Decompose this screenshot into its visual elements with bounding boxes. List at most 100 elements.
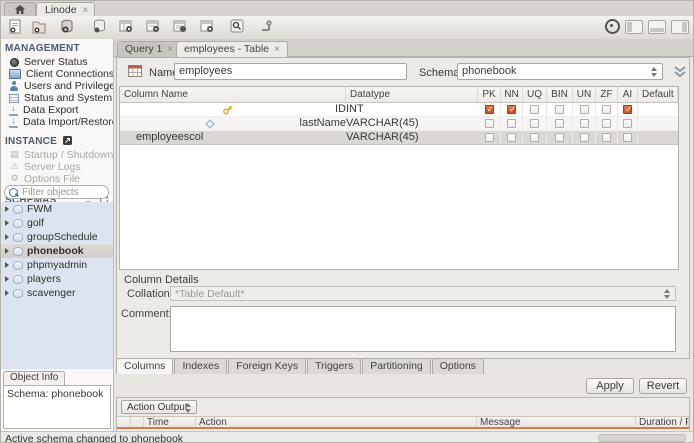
tab-indexes[interactable]: Indexes xyxy=(174,358,228,374)
new-function-icon[interactable] xyxy=(170,19,190,36)
schema-icon xyxy=(13,232,23,242)
expander-icon[interactable] xyxy=(5,220,9,226)
new-view-icon[interactable] xyxy=(116,19,136,36)
new-user-icon[interactable] xyxy=(197,19,217,36)
pk-checkbox[interactable] xyxy=(484,104,495,115)
tab-object-info[interactable]: Object Info xyxy=(3,371,66,385)
zf-checkbox[interactable] xyxy=(602,105,611,114)
expander-icon[interactable] xyxy=(5,276,9,282)
table-row[interactable]: lastName VARCHAR(45) xyxy=(120,117,678,131)
tab-query-1[interactable]: Query 1 × xyxy=(117,41,182,58)
col-header[interactable]: UN xyxy=(573,87,596,102)
open-sql-script-icon[interactable] xyxy=(29,19,49,36)
schema-item-scavenger[interactable]: scavenger xyxy=(1,286,113,300)
ai-checkbox[interactable] xyxy=(623,133,632,142)
nn-checkbox[interactable] xyxy=(507,133,516,142)
nn-checkbox[interactable] xyxy=(507,119,516,128)
collapse-editor-button[interactable] xyxy=(669,63,691,80)
col-header[interactable]: AI xyxy=(618,87,638,102)
sidebar-item-server-logs[interactable]: ⚠ Server Logs xyxy=(1,161,113,173)
pk-checkbox[interactable] xyxy=(484,133,494,142)
tab-employees-table[interactable]: employees - Table × xyxy=(176,41,288,58)
tab-triggers[interactable]: Triggers xyxy=(307,358,362,374)
column-default[interactable] xyxy=(638,103,678,116)
col-header[interactable]: NN xyxy=(501,87,523,102)
horizontal-scrollbar-thumb[interactable] xyxy=(598,434,686,442)
expander-icon[interactable] xyxy=(5,206,9,212)
ai-checkbox[interactable] xyxy=(623,119,632,128)
home-tab[interactable] xyxy=(4,2,36,17)
sidebar-item-options-file[interactable]: ⚙ Options File xyxy=(1,173,113,185)
uq-checkbox[interactable] xyxy=(530,105,539,114)
reconnect-icon[interactable] xyxy=(257,19,277,36)
table-row[interactable]: ID INT xyxy=(120,103,678,117)
uq-checkbox[interactable] xyxy=(530,119,539,128)
close-icon[interactable]: × xyxy=(274,44,280,55)
un-checkbox[interactable] xyxy=(579,105,589,114)
sidebar-item-data-export[interactable]: ↓ Data Export xyxy=(1,104,113,116)
search-icon[interactable] xyxy=(227,19,247,36)
pk-checkbox[interactable] xyxy=(484,119,494,128)
schema-item-phonebook[interactable]: phonebook xyxy=(1,244,113,258)
expander-icon[interactable] xyxy=(5,262,9,268)
sidebar-item-data-import[interactable]: ↓ Data Import/Restore xyxy=(1,116,113,128)
schema-item-golf[interactable]: golf xyxy=(1,216,113,230)
tab-options[interactable]: Options xyxy=(431,358,484,374)
bin-checkbox[interactable] xyxy=(555,105,564,114)
col-header[interactable]: UQ xyxy=(523,87,547,102)
collation-select[interactable]: *Table Default* xyxy=(170,286,676,301)
sidebar-item-startup-shutdown[interactable]: ▤ Startup / Shutdown xyxy=(1,149,113,161)
stepper-icon[interactable] xyxy=(650,67,659,77)
tab-foreign-keys[interactable]: Foreign Keys xyxy=(228,358,307,374)
apply-button[interactable]: Apply xyxy=(586,378,634,394)
activity-gauge-icon[interactable] xyxy=(605,19,620,34)
toggle-right-panel-icon[interactable] xyxy=(671,19,689,34)
expander-icon[interactable] xyxy=(5,234,9,240)
table-name-input[interactable]: employees xyxy=(174,63,407,80)
new-sql-tab-icon[interactable] xyxy=(5,19,25,36)
tab-columns[interactable]: Columns xyxy=(116,358,174,374)
un-checkbox[interactable] xyxy=(579,119,589,128)
schema-item-groupschedule[interactable]: groupSchedule xyxy=(1,230,113,244)
sidebar-item-server-status[interactable]: Server Status xyxy=(1,56,113,68)
new-procedure-icon[interactable] xyxy=(143,19,163,36)
schema-item-players[interactable]: players xyxy=(1,272,113,286)
new-schema-icon[interactable] xyxy=(57,19,77,36)
zf-checkbox[interactable] xyxy=(602,133,611,142)
schema-item-fwm[interactable]: FWM xyxy=(1,202,113,216)
un-checkbox[interactable] xyxy=(579,133,589,142)
bin-checkbox[interactable] xyxy=(555,133,564,142)
sidebar-item-client-connections[interactable]: Client Connections xyxy=(1,68,113,80)
col-header[interactable]: PK xyxy=(478,87,501,102)
col-header[interactable]: BIN xyxy=(547,87,573,102)
ai-checkbox[interactable] xyxy=(623,104,633,115)
schema-filter-input[interactable]: Filter objects xyxy=(4,185,109,199)
sidebar-item-status-variables[interactable]: Status and System Variables xyxy=(1,92,113,104)
new-table-icon[interactable] xyxy=(89,19,109,36)
toggle-left-panel-icon[interactable] xyxy=(625,19,643,34)
close-icon[interactable]: × xyxy=(167,44,173,55)
revert-button[interactable]: Revert xyxy=(639,378,687,394)
col-header[interactable]: Datatype xyxy=(346,87,478,102)
column-default[interactable] xyxy=(638,117,678,130)
expander-icon[interactable] xyxy=(5,248,9,254)
tab-partitioning[interactable]: Partitioning xyxy=(362,358,431,374)
nn-checkbox[interactable] xyxy=(507,104,517,115)
comment-textarea[interactable] xyxy=(170,306,676,352)
table-row-selected[interactable]: employeescol VARCHAR(45) xyxy=(120,131,678,145)
action-output-select[interactable]: Action Output xyxy=(121,400,197,414)
col-header[interactable]: Default xyxy=(638,87,678,102)
schema-select[interactable]: phonebook xyxy=(457,63,663,80)
close-icon[interactable]: × xyxy=(83,5,89,16)
schema-item-phpmyadmin[interactable]: phpmyadmin xyxy=(1,258,113,272)
col-header[interactable]: ZF xyxy=(596,87,618,102)
instance-config-icon[interactable] xyxy=(62,136,72,145)
toggle-bottom-panel-icon[interactable] xyxy=(648,19,666,34)
sidebar-item-users-privileges[interactable]: Users and Privileges xyxy=(1,80,113,92)
expander-icon[interactable] xyxy=(5,290,9,296)
bin-checkbox[interactable] xyxy=(555,119,564,128)
column-default[interactable] xyxy=(638,131,678,144)
col-header[interactable]: Column Name xyxy=(120,87,346,102)
zf-checkbox[interactable] xyxy=(602,119,611,128)
uq-checkbox[interactable] xyxy=(530,133,539,142)
